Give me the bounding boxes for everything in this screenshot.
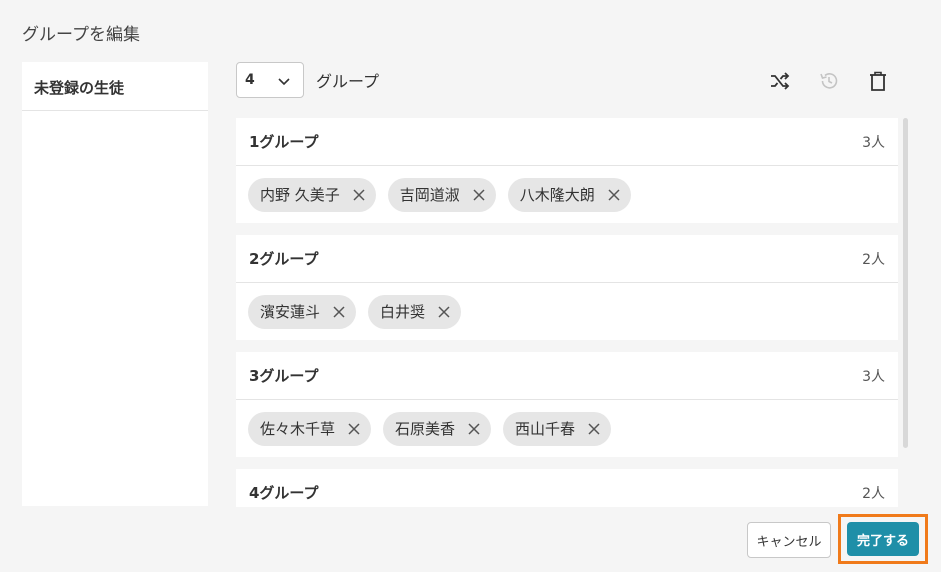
member-chip[interactable]: 濱安蓮斗 bbox=[248, 294, 357, 329]
cancel-button[interactable]: キャンセル bbox=[747, 522, 831, 558]
trash-icon bbox=[870, 71, 886, 91]
group-name: 4グループ bbox=[249, 484, 319, 502]
close-icon[interactable] bbox=[332, 305, 346, 319]
delete-button[interactable] bbox=[866, 69, 890, 93]
member-name: 石原美香 bbox=[395, 420, 456, 438]
shuffle-button[interactable] bbox=[768, 69, 792, 93]
member-name: 佐々木千草 bbox=[260, 420, 336, 438]
member-chip[interactable]: 石原美香 bbox=[383, 411, 492, 446]
group-name: 3グループ bbox=[249, 367, 319, 385]
close-icon[interactable] bbox=[467, 422, 481, 436]
shuffle-icon bbox=[771, 72, 790, 90]
member-name: 八木隆大朗 bbox=[519, 186, 595, 204]
group-member-count: 3人 bbox=[862, 134, 885, 151]
close-icon[interactable] bbox=[347, 422, 361, 436]
group-member-count: 2人 bbox=[862, 251, 885, 268]
group-card: 4グループ 2人 bbox=[236, 469, 898, 507]
group-list[interactable]: 1グループ 3人 内野 久美子 吉岡道淑 八木隆大朗 2グループ 2人 濱安蓮斗… bbox=[236, 118, 900, 507]
close-icon[interactable] bbox=[587, 422, 601, 436]
close-icon[interactable] bbox=[472, 188, 486, 202]
group-card: 2グループ 2人 濱安蓮斗 白井奨 bbox=[236, 235, 898, 340]
unassigned-students-header: 未登録の生徒 bbox=[22, 62, 208, 111]
group-count-label: グループ bbox=[316, 72, 380, 91]
member-name: 内野 久美子 bbox=[260, 186, 340, 204]
group-card: 1グループ 3人 内野 久美子 吉岡道淑 八木隆大朗 bbox=[236, 118, 898, 223]
member-chip[interactable]: 佐々木千草 bbox=[248, 411, 372, 446]
dialog-title: グループを編集 bbox=[22, 25, 140, 45]
group-count-value: 4 bbox=[245, 72, 255, 88]
history-button[interactable] bbox=[817, 69, 841, 93]
member-name: 西山千春 bbox=[515, 420, 576, 438]
member-chip[interactable]: 吉岡道淑 bbox=[387, 177, 496, 212]
close-icon[interactable] bbox=[607, 188, 621, 202]
group-card: 3グループ 3人 佐々木千草 石原美香 西山千春 bbox=[236, 352, 898, 457]
done-button[interactable]: 完了する bbox=[847, 522, 919, 556]
member-name: 吉岡道淑 bbox=[399, 186, 460, 204]
member-chip[interactable]: 八木隆大朗 bbox=[507, 177, 631, 212]
close-icon[interactable] bbox=[352, 188, 366, 202]
chevron-down-icon bbox=[278, 78, 290, 86]
close-icon[interactable] bbox=[437, 305, 451, 319]
history-icon bbox=[820, 73, 838, 89]
member-name: 濱安蓮斗 bbox=[260, 303, 321, 321]
unassigned-students-panel: 未登録の生徒 bbox=[22, 62, 208, 506]
member-chip[interactable]: 内野 久美子 bbox=[248, 177, 376, 212]
member-chip[interactable]: 西山千春 bbox=[503, 411, 612, 446]
group-member-count: 3人 bbox=[862, 368, 885, 385]
group-member-count: 2人 bbox=[862, 485, 885, 502]
group-name: 1グループ bbox=[249, 133, 319, 151]
group-list-scrollbar[interactable] bbox=[903, 118, 908, 448]
member-name: 白井奨 bbox=[380, 303, 426, 321]
group-name: 2グループ bbox=[249, 250, 319, 268]
member-chip[interactable]: 白井奨 bbox=[368, 294, 462, 329]
group-count-select[interactable]: 4 bbox=[236, 62, 304, 98]
